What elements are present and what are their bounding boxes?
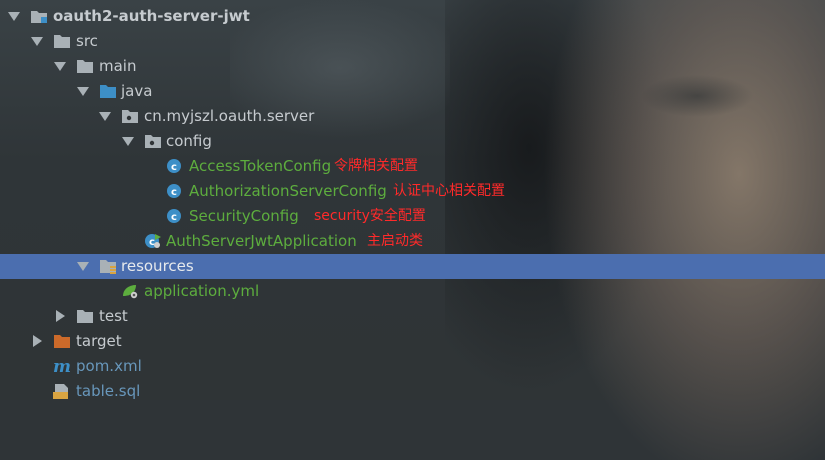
collapse-arrow-icon[interactable]: [33, 335, 42, 347]
expand-arrow-icon[interactable]: [54, 62, 66, 71]
tree-row-application-yml[interactable]: application.yml: [0, 279, 825, 304]
tree-item-label: cn.myjszl.oauth.server: [144, 107, 315, 125]
file-name: pom.xml: [76, 357, 142, 375]
resources-folder-icon: [99, 258, 117, 274]
svg-text:c: c: [171, 162, 177, 173]
folder-icon: [53, 33, 71, 49]
package-icon: [121, 108, 139, 124]
tree-row-main[interactable]: main: [0, 54, 825, 79]
project-tree: oauth2-auth-server-jwt src main java cn.…: [0, 0, 825, 400]
tree-row-pom[interactable]: m pom.xml: [0, 354, 825, 379]
annotation-note: 主启动类: [367, 233, 423, 249]
expand-arrow-icon[interactable]: [31, 37, 43, 46]
tree-row-target[interactable]: target: [0, 329, 825, 354]
tree-item-label: test: [99, 307, 128, 325]
tree-row-src[interactable]: src: [0, 29, 825, 54]
class-icon: c: [166, 208, 184, 224]
expand-arrow-icon[interactable]: [8, 12, 20, 21]
source-folder-icon: [99, 83, 117, 99]
module-folder-icon: [30, 8, 48, 24]
maven-icon: m: [53, 357, 71, 377]
folder-icon: [76, 58, 94, 74]
tree-row-security-config[interactable]: c SecurityConfig security安全配置: [0, 204, 825, 229]
class-icon: c: [166, 158, 184, 174]
tree-row-package[interactable]: cn.myjszl.oauth.server: [0, 104, 825, 129]
expand-arrow-icon[interactable]: [99, 112, 111, 121]
file-name: table.sql: [76, 382, 141, 400]
svg-text:c: c: [149, 237, 155, 248]
project-name: oauth2-auth-server-jwt: [53, 7, 250, 25]
class-name: AccessTokenConfig: [189, 157, 332, 175]
tree-row-application-class[interactable]: c AuthServerJwtApplication 主启动类: [0, 229, 825, 254]
folder-icon: [76, 308, 94, 324]
tree-item-label: config: [166, 132, 212, 150]
tree-row-access-token-config[interactable]: c AccessTokenConfig 令牌相关配置: [0, 154, 825, 179]
svg-text:c: c: [171, 212, 177, 223]
spring-boot-icon: c: [144, 233, 162, 249]
tree-item-label: main: [99, 57, 137, 75]
class-name: AuthorizationServerConfig: [189, 182, 387, 200]
expand-arrow-icon[interactable]: [77, 262, 89, 271]
tree-item-label: resources: [121, 257, 194, 275]
tree-item-label: target: [76, 332, 122, 350]
expand-arrow-icon[interactable]: [122, 137, 134, 146]
annotation-note: 认证中心相关配置: [393, 183, 505, 199]
tree-row-project[interactable]: oauth2-auth-server-jwt: [0, 4, 825, 29]
annotation-note: security安全配置: [314, 208, 426, 224]
yaml-icon: [121, 283, 139, 299]
tree-row-config[interactable]: config: [0, 129, 825, 154]
excluded-folder-icon: [53, 333, 71, 349]
expand-arrow-icon[interactable]: [77, 87, 89, 96]
class-icon: c: [166, 183, 184, 199]
tree-row-java[interactable]: java: [0, 79, 825, 104]
tree-item-label: src: [76, 32, 98, 50]
sql-icon: [53, 383, 71, 399]
tree-row-test[interactable]: test: [0, 304, 825, 329]
annotation-note: 令牌相关配置: [334, 158, 418, 174]
collapse-arrow-icon[interactable]: [56, 310, 65, 322]
tree-row-authorization-server-config[interactable]: c AuthorizationServerConfig 认证中心相关配置: [0, 179, 825, 204]
svg-text:c: c: [171, 187, 177, 198]
svg-text:m: m: [53, 358, 71, 374]
tree-item-label: java: [121, 82, 153, 100]
tree-row-table-sql[interactable]: table.sql: [0, 379, 825, 404]
file-name: application.yml: [144, 282, 260, 300]
class-name: AuthServerJwtApplication: [166, 232, 357, 250]
tree-row-resources[interactable]: resources: [0, 254, 825, 279]
package-icon: [144, 133, 162, 149]
class-name: SecurityConfig: [189, 207, 299, 225]
